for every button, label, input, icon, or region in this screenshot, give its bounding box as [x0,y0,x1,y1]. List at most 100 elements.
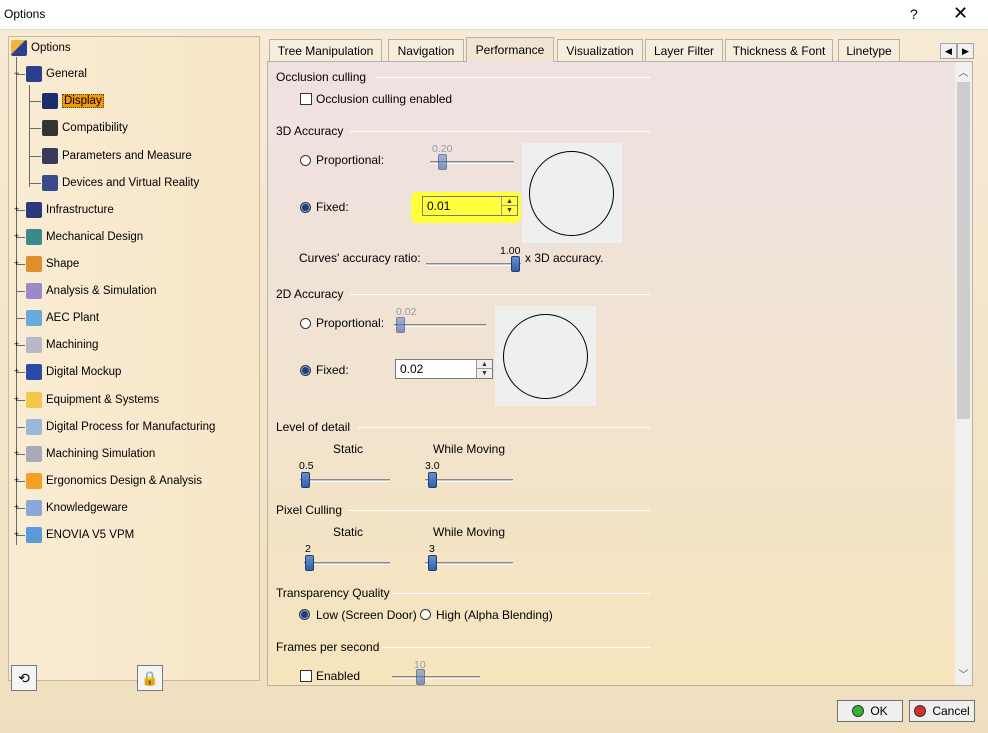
lock-options-button[interactable]: 🔒 [137,665,163,691]
acc2d-fixed-radio[interactable] [300,365,311,376]
collapse-icon[interactable]: − [12,69,21,79]
curves-track [426,263,521,266]
spin-down-icon[interactable]: ▼ [502,206,517,215]
acc2d-proportional-radio[interactable] [300,318,311,329]
tree-item-general[interactable]: General [26,65,87,83]
tab-performance[interactable]: Performance [466,37,554,62]
tab-navigation[interactable]: Navigation [388,39,464,61]
tree-item-machining-simulation[interactable]: Machining Simulation [26,445,155,463]
expand-icon[interactable]: + [12,340,21,350]
occlusion-checkbox[interactable] [300,93,312,105]
scroll-down-icon[interactable]: ﹀ [955,666,972,683]
pixel-moving-label: While Moving [433,525,506,539]
expand-icon[interactable]: + [12,530,21,540]
fps-slider[interactable] [416,669,425,685]
pixel-title: Pixel Culling [276,503,343,517]
tree-item-label: Infrastructure [46,204,114,216]
acc3d-proportional-slider[interactable] [438,154,447,170]
spin-up-icon[interactable]: ▲ [477,360,492,369]
scroll-thumb[interactable] [957,82,970,419]
separator [376,77,650,78]
tree-item-compatibility[interactable]: Compatibility [42,119,128,137]
transparency-high-radio[interactable] [420,609,431,620]
tab-scroll-left-icon[interactable]: ◀ [940,43,957,59]
ok-button[interactable]: OK [837,700,903,722]
tree-connector [17,291,25,292]
infrastructure-icon [26,202,42,218]
acc3d-fixed-spinner[interactable]: ▲ ▼ [501,197,517,215]
expand-icon[interactable]: + [12,205,21,215]
tree-item-digital-mockup[interactable]: Digital Mockup [26,363,121,381]
expand-icon[interactable]: + [12,259,21,269]
help-button[interactable]: ? [910,6,918,22]
tab-scroll-right-icon[interactable]: ▶ [957,43,974,59]
tree-item-shape[interactable]: Shape [26,255,79,273]
tree-item-aec-plant[interactable]: AEC Plant [26,309,99,327]
cancel-button[interactable]: Cancel [909,700,975,722]
curves-suffix: x 3D accuracy. [525,251,604,265]
digital-process-icon [26,419,42,435]
compatibility-icon [42,120,58,136]
transparency-low-radio[interactable] [299,609,310,620]
options-tree: Options General − Display Compatibility Para… [8,36,260,691]
tree-item-display[interactable]: Display [42,92,104,110]
tab-visualization[interactable]: Visualization [557,39,643,61]
expand-icon[interactable]: + [12,503,21,513]
tab-tree-manipulation[interactable]: Tree Manipulation [269,39,382,61]
tree-item-infrastructure[interactable]: Infrastructure [26,201,114,219]
acc3d-proportional-radio[interactable] [300,155,311,166]
acc3d-fixed-radio[interactable] [300,202,311,213]
tree-item-mechanical-design[interactable]: Mechanical Design [26,228,143,246]
mechanical-design-icon [26,229,42,245]
expand-icon[interactable]: + [12,232,21,242]
scroll-up-icon[interactable]: ︿ [955,64,972,81]
tree-item-label: Parameters and Measure [62,150,192,162]
tree-item-analysis-simulation[interactable]: Analysis & Simulation [26,282,157,300]
lod-title: Level of detail [276,420,351,434]
lod-moving-value: 3.0 [425,460,440,472]
tree-item-enovia-v5-vpm[interactable]: ENOVIA V5 VPM [26,526,134,544]
fps-enabled-checkbox[interactable] [300,670,312,682]
tree-item-equipment-systems[interactable]: Equipment & Systems [26,391,159,409]
reset-options-button[interactable]: ⟲ [11,665,37,691]
tab-thickness-font[interactable]: Thickness & Font [725,39,833,61]
tree-item-digital-process-for-manufacturing[interactable]: Digital Process for Manufacturing [26,418,215,436]
lod-moving-slider[interactable] [428,472,437,488]
expand-icon[interactable]: + [12,367,21,377]
occlusion-title: Occlusion culling [276,70,367,84]
tree-item-label: Analysis & Simulation [46,285,157,297]
spin-up-icon[interactable]: ▲ [502,197,517,206]
tree-item-label: Knowledgeware [46,502,128,514]
transparency-low-label: Low (Screen Door) [316,608,417,622]
pixel-static-slider[interactable] [305,555,314,571]
acc2d-fixed-input[interactable]: 0.02 ▲ ▼ [395,359,493,379]
tree-item-machining[interactable]: Machining [26,336,98,354]
tree-item-devices-and-virtual-reality[interactable]: Devices and Virtual Reality [42,174,199,192]
options-root-icon [11,40,27,56]
curves-label: Curves' accuracy ratio: [299,251,421,265]
aec-plant-icon [26,310,42,326]
close-button[interactable]: ✕ [953,3,968,24]
acc3d-fixed-input[interactable]: 0.01 ▲ ▼ [422,196,518,216]
acc2d-proportional-slider[interactable] [396,317,405,333]
tree-root-options[interactable]: Options [11,39,71,57]
tree-item-parameters-and-measure[interactable]: Parameters and Measure [42,147,192,165]
tree-item-ergonomics-design-analysis[interactable]: Ergonomics Design & Analysis [26,472,202,490]
machining-simulation-icon [26,446,42,462]
tree-connector [17,427,25,428]
tree-connector [30,128,41,129]
expand-icon[interactable]: + [12,476,21,486]
expand-icon[interactable]: + [12,395,21,405]
transparency-high-label: High (Alpha Blending) [436,608,553,622]
tab-layer-filter[interactable]: Layer Filter [645,39,723,61]
tree-connector [30,101,41,102]
lod-static-slider[interactable] [301,472,310,488]
acc2d-fixed-spinner[interactable]: ▲ ▼ [476,360,492,378]
pixel-moving-slider[interactable] [428,555,437,571]
curves-slider[interactable] [511,256,520,272]
tab-linetype[interactable]: Linetype [838,39,900,61]
panel-scrollbar[interactable]: ︿ ﹀ [955,62,972,685]
spin-down-icon[interactable]: ▼ [477,369,492,378]
expand-icon[interactable]: + [12,449,21,459]
tree-item-knowledgeware[interactable]: Knowledgeware [26,499,128,517]
